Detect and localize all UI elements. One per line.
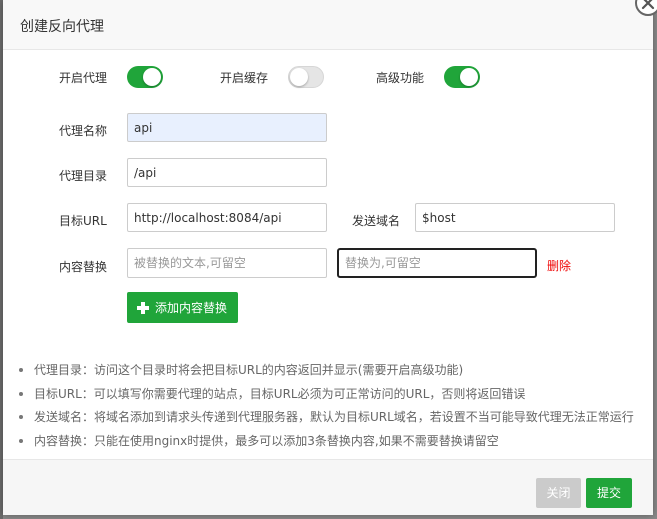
enable-proxy-toggle[interactable]	[127, 66, 163, 88]
proxy-directory-input[interactable]	[127, 158, 327, 187]
enable-proxy-label: 开启代理	[59, 71, 108, 85]
close-button[interactable]: 关闭	[536, 478, 581, 508]
proxy-name-input[interactable]	[127, 113, 327, 142]
send-domain-input[interactable]	[415, 203, 615, 232]
toggle-knob	[290, 68, 308, 86]
create-reverse-proxy-dialog: 创建反向代理 开启代理 开启缓存 高级功能 代理名称 代理目录 目标URL 发送…	[3, 0, 657, 515]
toggle-knob	[460, 68, 478, 86]
advanced-features-toggle[interactable]	[444, 66, 480, 88]
send-domain-label: 发送域名	[352, 214, 401, 228]
help-item: 发送域名：将域名添加到请求头传递到代理服务器，默认为目标URL域名，若设置不当可…	[16, 407, 646, 431]
dialog-title: 创建反向代理	[20, 19, 104, 35]
plus-icon	[137, 301, 149, 314]
proxy-directory-label: 代理目录	[59, 169, 108, 183]
replace-to-input[interactable]	[337, 248, 537, 278]
add-content-replace-button[interactable]: 添加内容替换	[127, 292, 238, 323]
proxy-name-label: 代理名称	[59, 124, 108, 138]
delete-replace-link[interactable]: 删除	[547, 257, 571, 274]
target-url-input[interactable]	[127, 203, 327, 232]
help-list: 代理目录：访问这个目录时将会把目标URL的内容返回并显示(需要开启高级功能) 目…	[16, 360, 646, 454]
submit-button[interactable]: 提交	[586, 478, 632, 508]
target-url-label: 目标URL	[59, 214, 107, 228]
add-content-replace-label: 添加内容替换	[155, 301, 228, 315]
help-item: 目标URL：可以填写你需要代理的站点，目标URL必须为可正常访问的URL，否则将…	[16, 384, 646, 408]
help-item: 内容替换：只能在使用nginx时提供，最多可以添加3条替换内容,如果不需要替换请…	[16, 431, 646, 455]
advanced-features-label: 高级功能	[376, 71, 425, 85]
enable-cache-label: 开启缓存	[220, 71, 269, 85]
replace-from-input[interactable]	[127, 248, 327, 278]
content-replace-label: 内容替换	[59, 260, 108, 274]
dialog-header: 创建反向代理	[3, 0, 653, 50]
toggle-knob	[143, 68, 161, 86]
enable-cache-toggle[interactable]	[288, 66, 324, 88]
help-item: 代理目录：访问这个目录时将会把目标URL的内容返回并显示(需要开启高级功能)	[16, 360, 646, 384]
close-icon	[641, 0, 655, 10]
dialog-footer: 关闭 提交	[3, 459, 653, 515]
